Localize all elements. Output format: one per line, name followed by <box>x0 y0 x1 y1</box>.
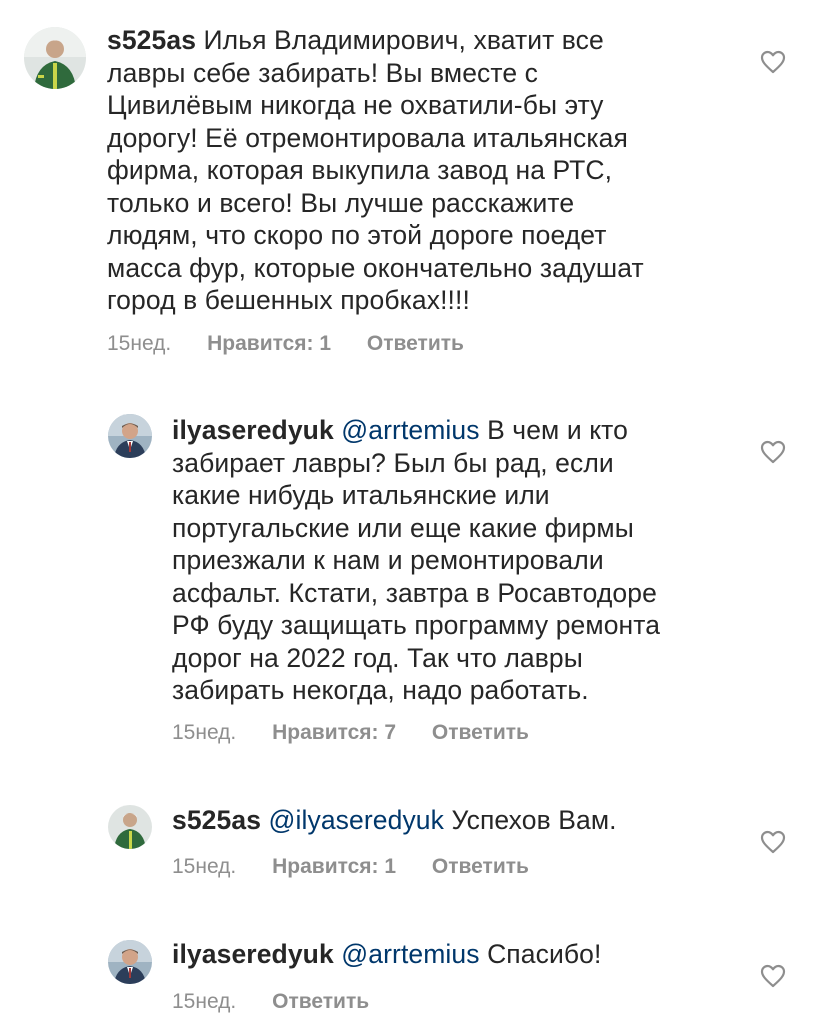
comment-text-line: РФ буду защищать программу ремонта <box>172 610 661 640</box>
comment-likes-count[interactable]: Нравится: 1 <box>207 332 331 356</box>
comment-body: s525as @ilyaseredyuk Успехов Вам. <box>172 804 742 837</box>
comment-meta: 15нед. Нравится: 7 Ответить <box>172 721 529 745</box>
comment-text-line: забирает лавры? Был бы рад, если <box>172 447 614 478</box>
mention-link[interactable]: @arrtemius <box>341 939 479 969</box>
reply-button[interactable]: Ответить <box>272 990 369 1014</box>
comment-meta: 15нед. Нравится: 1 Ответить <box>107 332 464 356</box>
mention-link[interactable]: @arrtemius <box>341 415 479 445</box>
reply-button[interactable]: Ответить <box>432 855 529 879</box>
comment-text-line: людям, что скоро по этой дороге поедет <box>107 220 607 250</box>
comment-likes-count[interactable]: Нравится: 7 <box>272 721 396 745</box>
comment-text-line: лавры себе забирать! Вы вместе с <box>107 57 538 88</box>
avatar[interactable] <box>108 940 152 984</box>
heart-icon[interactable] <box>760 830 786 854</box>
mention-link[interactable]: @ilyaseredyuk <box>269 805 445 835</box>
comment-body: ilyaseredyuk @arrtemius В чем и кто заби… <box>172 414 742 707</box>
heart-icon[interactable] <box>760 50 786 74</box>
comment-text-line: дорог на 2022 год. Так что лавры <box>172 642 583 673</box>
comment-username[interactable]: s525as <box>172 805 261 835</box>
comment-body: ilyaseredyuk @arrtemius Спасибо! <box>172 938 742 971</box>
comment-text-line: португальские или еще какие фирмы <box>172 512 634 543</box>
comment-timestamp: 15нед. <box>172 855 237 878</box>
comment-text-line: приезжали к нам и ремонтировали <box>172 545 604 575</box>
worker-avatar-icon <box>24 27 86 89</box>
comment-text-line: забирать некогда, надо работать. <box>172 675 589 705</box>
comment-timestamp: 15нед. <box>172 990 237 1013</box>
avatar[interactable] <box>24 27 86 89</box>
comment-text-line: Цивилёвым никогда не охватили-бы эту <box>107 90 604 120</box>
comment-text-line: асфальт. Кстати, завтра в Росавтодоре <box>172 577 657 608</box>
avatar[interactable] <box>108 414 152 458</box>
heart-icon[interactable] <box>760 440 786 464</box>
comment-text-line: только и всего! Вы лучше расскажите <box>107 187 575 218</box>
comment-likes-count[interactable]: Нравится: 1 <box>272 855 396 879</box>
reply-button[interactable]: Ответить <box>367 332 464 356</box>
comment-username[interactable]: ilyaseredyuk <box>172 415 334 445</box>
comment-text-line: Успехов Вам. <box>451 805 617 835</box>
person-avatar-icon <box>108 414 152 458</box>
comment-username[interactable]: ilyaseredyuk <box>172 939 334 969</box>
comment-text-line: масса фур, которые окончательно задушат <box>107 252 644 283</box>
worker-avatar-icon <box>108 805 152 849</box>
comment-body: s525as Илья Владимирович, хватит все лав… <box>107 24 727 317</box>
avatar[interactable] <box>108 805 152 849</box>
comment-text-line: фирма, которая выкупила завод на РТС, <box>107 155 613 185</box>
heart-icon[interactable] <box>760 964 786 988</box>
comment-timestamp: 15нед. <box>107 332 172 355</box>
person-avatar-icon <box>108 940 152 984</box>
reply-button[interactable]: Ответить <box>432 721 529 745</box>
comment-meta: 15нед. Нравится: 1 Ответить <box>172 855 529 879</box>
comment-meta: 15нед. Ответить <box>172 990 369 1014</box>
comment-text-line: какие нибудь итальянские или <box>172 480 550 510</box>
comment-text-line: В чем и кто <box>487 415 628 445</box>
comment-username[interactable]: s525as <box>107 25 196 55</box>
comment-timestamp: 15нед. <box>172 721 237 744</box>
comment-text-line: город в бешенных пробках!!!! <box>107 285 470 315</box>
comment-text-line: дорогу! Её отремонтировала итальянская <box>107 122 628 153</box>
comment-text-line: Илья Владимирович, хватит все <box>203 25 604 55</box>
comment-text-line: Спасибо! <box>487 939 602 969</box>
